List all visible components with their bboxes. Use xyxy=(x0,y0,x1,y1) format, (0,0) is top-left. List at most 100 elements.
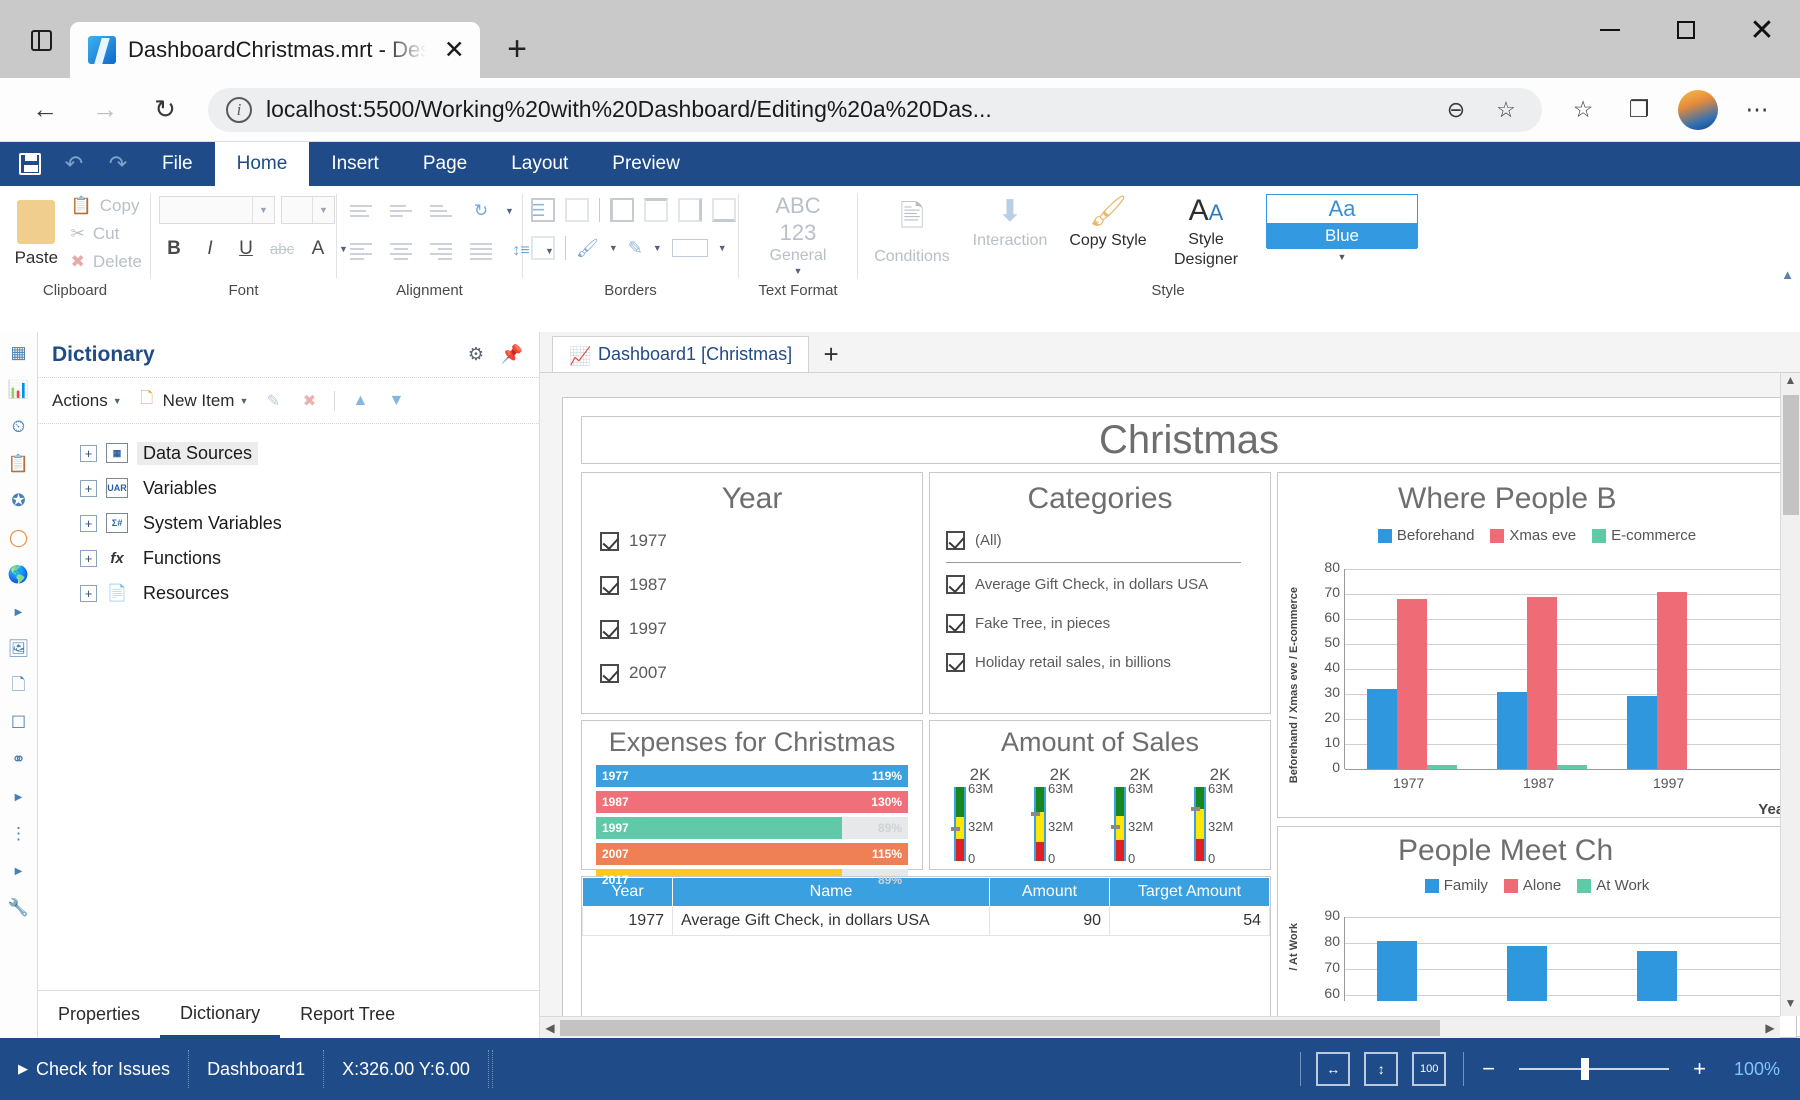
conditions-button[interactable]: 🖹 Conditions xyxy=(866,194,958,265)
column-header-target-amount[interactable]: Target Amount xyxy=(1110,878,1270,907)
tree-node-system-variables[interactable]: + Σ# System Variables xyxy=(80,510,539,536)
site-info-icon[interactable]: i xyxy=(226,97,252,123)
add-favorite-icon[interactable]: ☆ xyxy=(1488,92,1524,128)
border-bottom-button[interactable] xyxy=(712,198,736,222)
year-checkbox-2007[interactable]: 2007 xyxy=(600,663,922,683)
scroll-down-icon[interactable]: ▼ xyxy=(1785,996,1797,1016)
expense-bar-1987[interactable]: 1987 130% xyxy=(596,791,908,813)
fit-page-icon[interactable]: ↕ xyxy=(1364,1052,1398,1086)
interaction-button[interactable]: ⬇ Interaction xyxy=(964,194,1056,249)
border-none-button[interactable] xyxy=(565,198,589,222)
edit-icon[interactable]: ✎ xyxy=(262,390,284,412)
text-format-general[interactable]: General xyxy=(770,247,827,265)
tab-report-tree[interactable]: Report Tree xyxy=(280,991,415,1038)
people-meet-chart-panel[interactable]: People Meet Ch Family Alone At Work / At… xyxy=(1277,826,1797,1038)
tab-layout[interactable]: Layout xyxy=(489,142,590,186)
expense-bar-1977[interactable]: 1977 119% xyxy=(596,765,908,787)
bullet-gauge-1[interactable]: 2K 63M 32M 0 xyxy=(944,765,1016,861)
close-icon[interactable]: ✕ xyxy=(438,33,470,67)
zoom-in-button[interactable]: + xyxy=(1685,1056,1714,1082)
where-people-buy-chart-panel[interactable]: Where People B Beforehand Xmas eve E-com… xyxy=(1277,472,1797,818)
profile-avatar[interactable] xyxy=(1678,90,1718,130)
bullet-gauge-3[interactable]: 2K 63M 32M 0 xyxy=(1104,765,1176,861)
categories-filter-panel[interactable]: Categories (All) Average Gift Check, in … xyxy=(929,472,1271,714)
copy-button[interactable]: 📋 Copy xyxy=(71,196,142,216)
font-color-button[interactable]: A xyxy=(303,234,333,264)
category-checkbox-gift-check[interactable]: Average Gift Check, in dollars USA xyxy=(946,575,1270,594)
category-checkbox-retail-sales[interactable]: Holiday retail sales, in billions xyxy=(946,653,1270,672)
copy-style-button[interactable]: 🖌 Copy Style xyxy=(1062,194,1154,249)
favorites-icon[interactable]: ☆ xyxy=(1558,87,1608,133)
align-right-button[interactable] xyxy=(425,238,457,264)
justify-button[interactable] xyxy=(465,238,497,264)
chart-component-icon[interactable]: 📊 xyxy=(6,377,32,403)
minimize-button[interactable] xyxy=(1572,0,1648,60)
reload-icon[interactable]: ↻ xyxy=(138,87,192,133)
new-item-menu[interactable]: 🗋 New Item ▼ xyxy=(136,390,249,412)
expand-shapes-icon[interactable]: ▶ xyxy=(6,784,32,810)
indicator-component-icon[interactable]: ✪ xyxy=(6,488,32,514)
tab-page[interactable]: Page xyxy=(401,142,489,186)
fit-width-icon[interactable]: ↔ xyxy=(1316,1052,1350,1086)
font-size-select[interactable]: ▼ xyxy=(281,196,335,224)
report-page[interactable]: Christmas Year 1977 1987 1997 2007 Categ… xyxy=(562,397,1800,1037)
shape-component-icon[interactable]: ⚭ xyxy=(6,747,32,773)
border-right-button[interactable] xyxy=(678,198,702,222)
expand-icon[interactable]: + xyxy=(80,515,97,532)
column-header-name[interactable]: Name xyxy=(673,878,990,907)
expand-icon[interactable]: + xyxy=(80,585,97,602)
expenses-panel[interactable]: Expenses for Christmas 1977 119% 1987 13… xyxy=(581,720,923,870)
data-table-panel[interactable]: Year Name Amount Target Amount 1977 Aver… xyxy=(581,876,1271,1038)
canvas[interactable]: Christmas Year 1977 1987 1997 2007 Categ… xyxy=(540,372,1800,1038)
year-filter-panel[interactable]: Year 1977 1987 1997 2007 xyxy=(581,472,923,714)
underline-button[interactable]: U xyxy=(231,234,261,264)
undo-button[interactable]: ↶ xyxy=(52,142,96,186)
cut-button[interactable]: ✂ Cut xyxy=(71,224,142,244)
ribbon-collapse-icon[interactable]: ▲ xyxy=(1781,267,1794,282)
bold-button[interactable]: B xyxy=(159,234,189,264)
panel-component-icon[interactable]: ☐ xyxy=(6,710,32,736)
table-row[interactable]: 1977 Average Gift Check, in dollars USA … xyxy=(583,907,1270,936)
window-close-button[interactable]: ✕ xyxy=(1724,0,1800,60)
settings-and-more-icon[interactable]: ⋯ xyxy=(1732,87,1782,133)
chevron-down-icon[interactable]: ▼ xyxy=(653,243,662,253)
address-bar[interactable]: i localhost:5500/Working%20with%20Dashbo… xyxy=(208,88,1542,132)
style-designer-button[interactable]: AA Style Designer xyxy=(1160,194,1252,268)
tree-node-resources[interactable]: + 📄 Resources xyxy=(80,580,539,606)
year-checkbox-1987[interactable]: 1987 xyxy=(600,575,922,595)
bullet-gauge-4[interactable]: 2K 63M 32M 0 xyxy=(1184,765,1256,861)
tab-insert[interactable]: Insert xyxy=(309,142,401,186)
image-component-icon[interactable]: 🖼 xyxy=(6,636,32,662)
tab-home[interactable]: Home xyxy=(215,142,310,186)
delete-button[interactable]: ✖ Delete xyxy=(71,252,142,272)
chevron-down-icon[interactable]: ▼ xyxy=(718,243,727,253)
expand-icon[interactable]: + xyxy=(80,480,97,497)
move-down-icon[interactable]: ▼ xyxy=(385,390,407,412)
expense-bar-1997[interactable]: 1997 89% xyxy=(596,817,908,839)
fill-color-icon[interactable]: 🖌 xyxy=(576,238,599,259)
border-size-icon[interactable] xyxy=(672,239,708,257)
tab-list-icon[interactable] xyxy=(22,24,60,56)
style-gallery-item-blue[interactable]: Aa Blue xyxy=(1266,194,1418,248)
align-left-button[interactable] xyxy=(345,238,377,264)
tree-node-functions[interactable]: + fx Functions xyxy=(80,545,539,571)
border-color-icon[interactable]: ✎ xyxy=(628,238,643,259)
italic-button[interactable]: I xyxy=(195,234,225,264)
category-checkbox-fake-tree[interactable]: Fake Tree, in pieces xyxy=(946,614,1270,633)
strikethrough-button[interactable]: abc xyxy=(267,234,297,264)
collections-icon[interactable]: ❐ xyxy=(1614,87,1664,133)
dashboard-title-band[interactable]: Christmas xyxy=(581,416,1797,464)
back-icon[interactable]: ← xyxy=(18,87,72,133)
tab-preview[interactable]: Preview xyxy=(590,142,702,186)
zoom-100-icon[interactable]: 100 xyxy=(1412,1052,1446,1086)
add-page-button[interactable]: + xyxy=(809,336,853,372)
data-table[interactable]: Year Name Amount Target Amount 1977 Aver… xyxy=(582,877,1270,936)
horizontal-scrollbar[interactable]: ◀ ▶ xyxy=(540,1016,1780,1038)
expand-icon[interactable]: + xyxy=(80,445,97,462)
bullet-gauge-2[interactable]: 2K 63M 32M 0 xyxy=(1024,765,1096,861)
gauge-component-icon[interactable]: ⏲ xyxy=(6,414,32,440)
border-style-button[interactable] xyxy=(531,236,555,260)
column-header-amount[interactable]: Amount xyxy=(990,878,1110,907)
browser-tab[interactable]: DashboardChristmas.mrt - Desig ✕ xyxy=(70,22,480,78)
text-component-icon[interactable]: 🗋 xyxy=(6,673,32,699)
